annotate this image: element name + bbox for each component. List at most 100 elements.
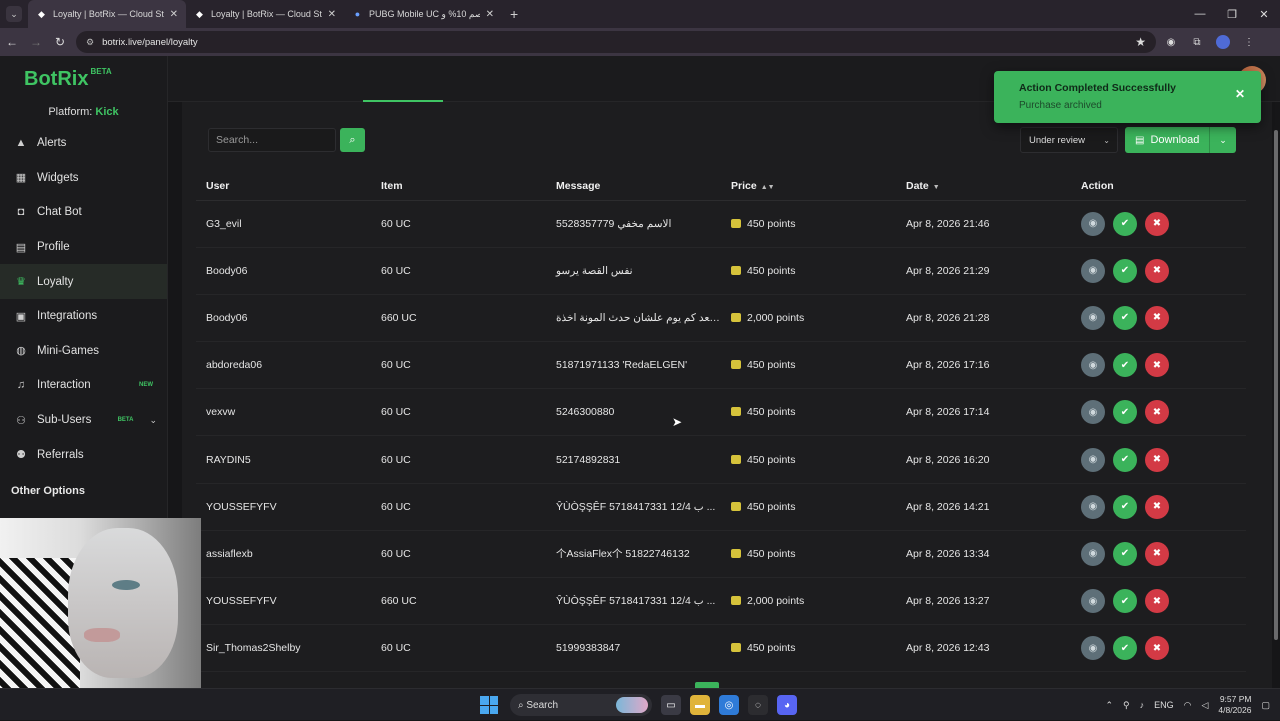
approve-button[interactable]: ✔ xyxy=(1113,400,1137,425)
approve-button[interactable]: ✔ xyxy=(1113,353,1137,378)
approve-button[interactable]: ✔ xyxy=(1113,589,1137,614)
tab-search-button[interactable]: ⌄ xyxy=(6,6,22,22)
column-header-price[interactable]: Price ▲▼ xyxy=(721,172,896,201)
view-button[interactable]: ◉ xyxy=(1081,541,1105,566)
volume-icon[interactable]: ◁ xyxy=(1201,700,1208,711)
close-icon[interactable]: ✕ xyxy=(1235,87,1245,101)
sidebar-item-widgets[interactable]: ▦ Widgets xyxy=(0,161,167,196)
extensions-puzzle-icon[interactable]: ⧉ xyxy=(1186,31,1208,53)
menu-dots-icon[interactable]: ⋮ xyxy=(1238,31,1260,53)
status-filter-select[interactable]: Under review ⌄ xyxy=(1020,127,1118,153)
taskbar-search[interactable]: ⌕ Search xyxy=(510,694,652,716)
restore-icon[interactable]: ❐ xyxy=(1216,0,1248,28)
search-input[interactable]: Search... xyxy=(208,128,336,152)
gamepad-icon: ◍ xyxy=(16,345,26,358)
reject-button[interactable]: ✖ xyxy=(1145,258,1169,283)
search-button[interactable]: ⌕ xyxy=(340,128,365,152)
forward-arrow-icon[interactable]: → xyxy=(24,30,48,54)
windows-start-icon[interactable] xyxy=(480,696,498,714)
cell-user: abdoreda06 xyxy=(196,341,371,390)
browser-tab[interactable]: ● PUBG Mobile UC خصم 10% و | ✕ xyxy=(344,0,502,28)
reject-button[interactable]: ✖ xyxy=(1145,636,1169,661)
profile-icon[interactable] xyxy=(1212,31,1234,53)
bookmark-star-icon[interactable]: ★ xyxy=(1135,35,1146,49)
cell-item: 60 UC xyxy=(371,200,546,248)
sidebar-item-profile[interactable]: ▤ Profile xyxy=(0,230,167,265)
sidebar-item-referrals[interactable]: ⚉ Referrals xyxy=(0,437,167,472)
view-button[interactable]: ◉ xyxy=(1081,494,1105,519)
sidebar-item-chat-bot[interactable]: ◘ Chat Bot xyxy=(0,195,167,230)
close-tab-icon[interactable]: ✕ xyxy=(486,9,494,20)
site-info-icon[interactable]: ⚙ xyxy=(86,37,94,48)
column-header-date[interactable]: Date ▼ xyxy=(896,172,1071,201)
view-button[interactable]: ◉ xyxy=(1081,636,1105,661)
browser-toolbar: ← → ↻ ⚙ botrix.live/panel/loyalty ★ ◉ ⧉ … xyxy=(0,28,1280,56)
close-tab-icon[interactable]: ✕ xyxy=(328,9,336,20)
download-button[interactable]: ▤ Download ⌄ xyxy=(1125,127,1236,153)
network-icon[interactable]: ⚲ xyxy=(1123,700,1130,711)
sidebar-item-mini-games[interactable]: ◍ Mini-Games xyxy=(0,334,167,369)
reject-button[interactable]: ✖ xyxy=(1145,589,1169,614)
scrollbar[interactable] xyxy=(1274,130,1278,640)
cell-message: نفس القصة يرسو xyxy=(546,247,721,295)
sidebar-item-alerts[interactable]: ▲ Alerts xyxy=(0,126,167,161)
column-header-message: Message xyxy=(546,172,721,201)
sidebar-item-loyalty[interactable]: ♛ Loyalty xyxy=(0,264,167,299)
cell-date: Apr 8, 2026 13:27 xyxy=(896,577,1071,626)
view-button[interactable]: ◉ xyxy=(1081,447,1105,472)
microphone-icon[interactable]: ♪ xyxy=(1140,700,1145,710)
approve-button[interactable]: ✔ xyxy=(1113,211,1137,236)
reject-button[interactable]: ✖ xyxy=(1145,494,1169,519)
reject-button[interactable]: ✖ xyxy=(1145,353,1169,378)
view-button[interactable]: ◉ xyxy=(1081,211,1105,236)
discord-icon[interactable]: ◕ xyxy=(777,695,797,715)
language-indicator[interactable]: ENG xyxy=(1154,700,1174,710)
app-icon[interactable]: ◌ xyxy=(748,695,768,715)
view-button[interactable]: ◉ xyxy=(1081,589,1105,614)
back-arrow-icon[interactable]: ← xyxy=(0,30,24,54)
approve-button[interactable]: ✔ xyxy=(1113,258,1137,283)
brand-logo[interactable]: BotRix BETA xyxy=(0,56,167,102)
chrome-icon[interactable]: ◎ xyxy=(719,695,739,715)
address-bar[interactable]: ⚙ botrix.live/panel/loyalty ★ xyxy=(76,31,1156,53)
task-view-icon[interactable]: ▭ xyxy=(661,695,681,715)
music-icon: ♫ xyxy=(16,379,26,392)
file-explorer-icon[interactable]: ▬ xyxy=(690,695,710,715)
reject-button[interactable]: ✖ xyxy=(1145,541,1169,566)
sidebar-item-integrations[interactable]: ▣ Integrations xyxy=(0,299,167,334)
approve-button[interactable]: ✔ xyxy=(1113,305,1137,330)
clock[interactable]: 9:57 PM 4/8/2026 xyxy=(1218,694,1251,716)
view-button[interactable]: ◉ xyxy=(1081,258,1105,283)
tray-chevron-icon[interactable]: ⌃ xyxy=(1105,700,1113,711)
approve-button[interactable]: ✔ xyxy=(1113,447,1137,472)
approve-button[interactable]: ✔ xyxy=(1113,541,1137,566)
wifi-icon[interactable]: ◠ xyxy=(1184,700,1192,711)
reject-button[interactable]: ✖ xyxy=(1145,400,1169,425)
view-button[interactable]: ◉ xyxy=(1081,353,1105,378)
browser-tab[interactable]: ◆ Loyalty | BotRix — Cloud Stream ✕ xyxy=(28,0,186,28)
extension-icon[interactable]: ◉ xyxy=(1160,31,1182,53)
sidebar-item-sub-users[interactable]: ⚇ Sub-Users BETA ⌄ xyxy=(0,403,167,438)
view-button[interactable]: ◉ xyxy=(1081,305,1105,330)
close-tab-icon[interactable]: ✕ xyxy=(170,9,178,20)
reject-button[interactable]: ✖ xyxy=(1145,447,1169,472)
reload-icon[interactable]: ↻ xyxy=(48,30,72,54)
new-tab-icon[interactable]: + xyxy=(510,6,518,22)
sidebar-item-interaction[interactable]: ♫ Interaction NEW xyxy=(0,368,167,403)
grid-icon: ▦ xyxy=(15,172,27,185)
sort-icon: ▲▼ xyxy=(760,183,775,191)
approve-button[interactable]: ✔ xyxy=(1113,494,1137,519)
item-name: 60 UC xyxy=(381,547,411,560)
close-window-icon[interactable]: ✕ xyxy=(1248,0,1280,28)
approve-button[interactable]: ✔ xyxy=(1113,636,1137,661)
minimize-icon[interactable]: — xyxy=(1184,0,1216,28)
reject-button[interactable]: ✖ xyxy=(1145,305,1169,330)
reject-button[interactable]: ✖ xyxy=(1145,211,1169,236)
pubg-favicon-icon: ● xyxy=(354,9,361,19)
chevron-down-icon[interactable]: ⌄ xyxy=(149,415,157,426)
view-button[interactable]: ◉ xyxy=(1081,400,1105,425)
download-dropdown-toggle[interactable]: ⌄ xyxy=(1209,127,1236,153)
platform-indicator: Platform: Kick xyxy=(0,106,167,122)
browser-tab[interactable]: ◆ Loyalty | BotRix — Cloud Stream ✕ xyxy=(186,0,344,28)
notification-icon[interactable]: ▢ xyxy=(1261,700,1270,711)
